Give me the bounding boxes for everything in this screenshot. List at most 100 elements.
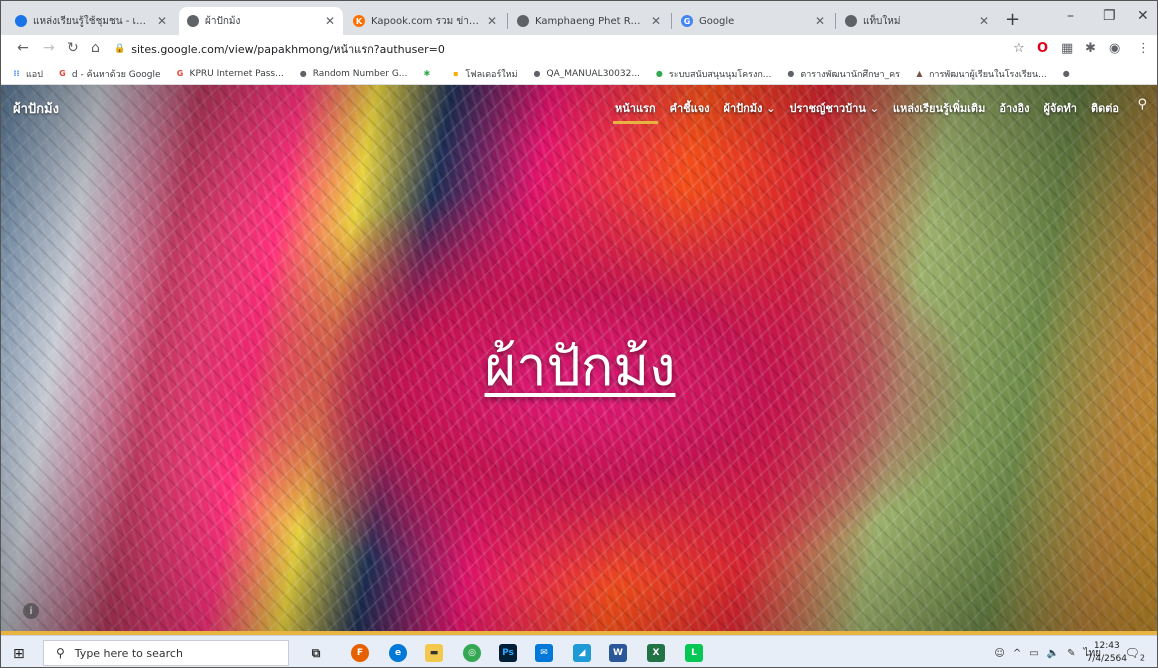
back-arrow-icon[interactable]: ← [17,40,29,56]
forward-arrow-icon[interactable]: → [43,40,55,56]
menu-item-statement[interactable]: คำชี้แจง [670,99,710,117]
windows-start-icon[interactable]: ⊞ [13,646,25,662]
task-view-icon[interactable]: ⧉ [307,644,325,662]
tab-title: Google [699,15,735,27]
close-tab-icon[interactable]: ✕ [651,14,661,28]
kapook-icon: K [353,15,365,27]
site-header: ผ้าปักม้ง หน้าแรก คำชี้แจง ผ้าปักม้ง ⌄ ป… [1,85,1157,129]
site-icon: ● [655,69,663,78]
globe-icon [517,15,529,27]
system-clock[interactable]: 12:43 7/4/2564 [1087,640,1127,666]
menu-item-references[interactable]: อ้างอิง [999,99,1029,117]
address-bar[interactable]: 🔒 sites.google.com/view/papakhmong/หน้าแ… [114,38,994,60]
notifications-icon[interactable]: 🗨2 [1125,646,1145,662]
bookmark-item[interactable]: Gd - ค้นหาด้วย Google [57,67,161,81]
menu-item-hmong-embroidery[interactable]: ผ้าปักม้ง ⌄ [724,99,776,117]
browser-tab-1[interactable]: แหล่งเรียนรู้ใช้ชุมชน - เกี่ยวกับโครง ✕ [7,7,175,35]
taskbar-search-box[interactable]: ⚲ Type here to search [43,640,289,666]
excel-icon[interactable]: X [647,644,665,662]
browser-tab-3[interactable]: K Kapook.com รวม ข่าว ผลบอล ดู ✕ [345,7,505,35]
chrome-icon[interactable]: ◎ [463,644,481,662]
tab-title: Kapook.com รวม ข่าว ผลบอล ดู [371,15,481,27]
bookmark-item[interactable]: ● ตารางพัฒนานักศึกษา_คร [785,67,900,81]
site-icon: ▲ [916,69,923,78]
reload-icon[interactable]: ↻ [67,40,79,56]
chevron-up-icon[interactable]: ^ [1013,648,1021,659]
word-icon[interactable]: W [609,644,627,662]
bookmark-label: การพัฒนาผู้เรียนในโรงเรียน... [928,69,1047,80]
tab-divider [507,13,508,29]
firefox-icon[interactable]: F [351,644,369,662]
search-icon: ⚲ [56,646,65,660]
home-icon[interactable]: ⌂ [91,40,100,56]
system-tray: ☺ ^ ▭ 🔈 ✎ ไทย [994,646,1101,661]
puzzle-extensions-icon[interactable]: ✱ [1085,41,1096,56]
edge-icon[interactable]: e [389,644,407,662]
globe-icon: ● [787,69,795,78]
menu-item-more-resources[interactable]: แหล่งเรียนรู้เพิ่มเติม [893,99,985,117]
close-tab-icon[interactable]: ✕ [815,14,825,28]
file-explorer-icon[interactable]: ▬ [425,644,443,662]
google-icon: G [176,69,184,78]
browser-tab-4[interactable]: Kamphaeng Phet Rajabhat U ✕ [509,7,669,35]
line-icon[interactable]: L [685,644,703,662]
tab-title: Kamphaeng Phet Rajabhat U [535,15,645,27]
bookmark-item[interactable]: ✱ [421,68,436,79]
bookmark-star-icon[interactable]: ☆ [1013,41,1025,56]
new-tab-button[interactable]: + [1005,9,1020,30]
pinwheel-icon: ✱ [423,69,431,78]
folder-icon: ▪ [453,69,459,78]
minimize-button[interactable]: – [1067,8,1074,24]
lock-icon: 🔒 [114,44,126,54]
close-tab-icon[interactable]: ✕ [325,14,335,28]
browser-tab-5[interactable]: G Google ✕ [673,7,833,35]
bookmark-apps[interactable]: ⁝⁝ แอป [11,67,42,81]
bookmark-item[interactable]: ▲ การพัฒนาผู้เรียนในโรงเรียน... [914,67,1047,81]
bookmark-folder[interactable]: ▪ โฟลเดอร์ใหม่ [450,67,517,81]
browser-toolbar: ← → ↻ ⌂ 🔒 sites.google.com/view/papakhmo… [1,35,1157,63]
browser-tab-6[interactable]: แท็บใหม่ ✕ [837,7,997,35]
menu-item-local-sages[interactable]: ปราชญ์ชาวบ้าน ⌄ [789,99,878,117]
url-text: sites.google.com/view/papakhmong/หน้าแรก… [131,43,445,56]
app-icon[interactable]: ◢ [573,644,591,662]
browser-tab-2[interactable]: ผ้าปักม้ง ✕ [179,7,343,35]
site-name[interactable]: ผ้าปักม้ง [13,98,59,119]
photoshop-icon[interactable]: Ps [499,644,517,662]
bookmark-label: Random Number G... [312,68,408,79]
bookmark-item[interactable]: ● QA_MANUAL30032... [532,68,640,79]
bookmark-item[interactable]: ● [1061,68,1076,79]
opera-extension-icon[interactable]: O [1037,41,1048,56]
bookmark-item[interactable]: G KPRU Internet Pass... [175,68,284,79]
tab-divider [835,13,836,29]
people-icon[interactable]: ☺ [994,648,1004,659]
menu-item-contact[interactable]: ติดต่อ [1091,99,1119,117]
bookmark-label: d - ค้นหาด้วย Google [71,69,161,80]
bookmark-label: QA_MANUAL30032... [546,68,640,79]
search-icon[interactable]: ⚲ [1137,97,1147,112]
google-icon: G [681,15,693,27]
info-icon[interactable]: i [23,603,39,619]
close-tab-icon[interactable]: ✕ [979,14,989,28]
bookmark-item[interactable]: ● ระบบสนับสนุนนุมโครงก... [654,67,771,81]
close-window-button[interactable]: ✕ [1137,8,1149,24]
close-tab-icon[interactable]: ✕ [487,14,497,28]
maximize-button[interactable]: ❐ [1103,8,1116,24]
tab-divider [671,13,672,29]
google-icon: G [59,69,66,78]
pen-icon[interactable]: ✎ [1067,648,1075,659]
close-tab-icon[interactable]: ✕ [157,14,167,28]
grid-extension-icon[interactable]: ▦ [1061,41,1073,56]
bookmark-item[interactable]: ● Random Number G... [298,68,408,79]
network-icon[interactable]: ▭ [1029,648,1038,659]
menu-kebab-icon[interactable]: ⋮ [1137,41,1150,56]
taskbar-search-placeholder: Type here to search [74,646,183,660]
menu-item-home[interactable]: หน้าแรก [613,99,658,124]
profile-avatar-icon[interactable]: ◉ [1109,41,1120,56]
mail-icon[interactable]: ✉ [535,644,553,662]
site-page: ผ้าปักม้ง หน้าแรก คำชี้แจง ผ้าปักม้ง ⌄ ป… [1,85,1157,635]
globe-icon: ● [299,69,307,78]
clock-time: 12:43 [1093,641,1120,651]
volume-icon[interactable]: 🔈 [1047,648,1059,659]
apps-grid-icon: ⁝⁝ [13,69,20,78]
menu-item-authors[interactable]: ผู้จัดทำ [1043,99,1076,117]
